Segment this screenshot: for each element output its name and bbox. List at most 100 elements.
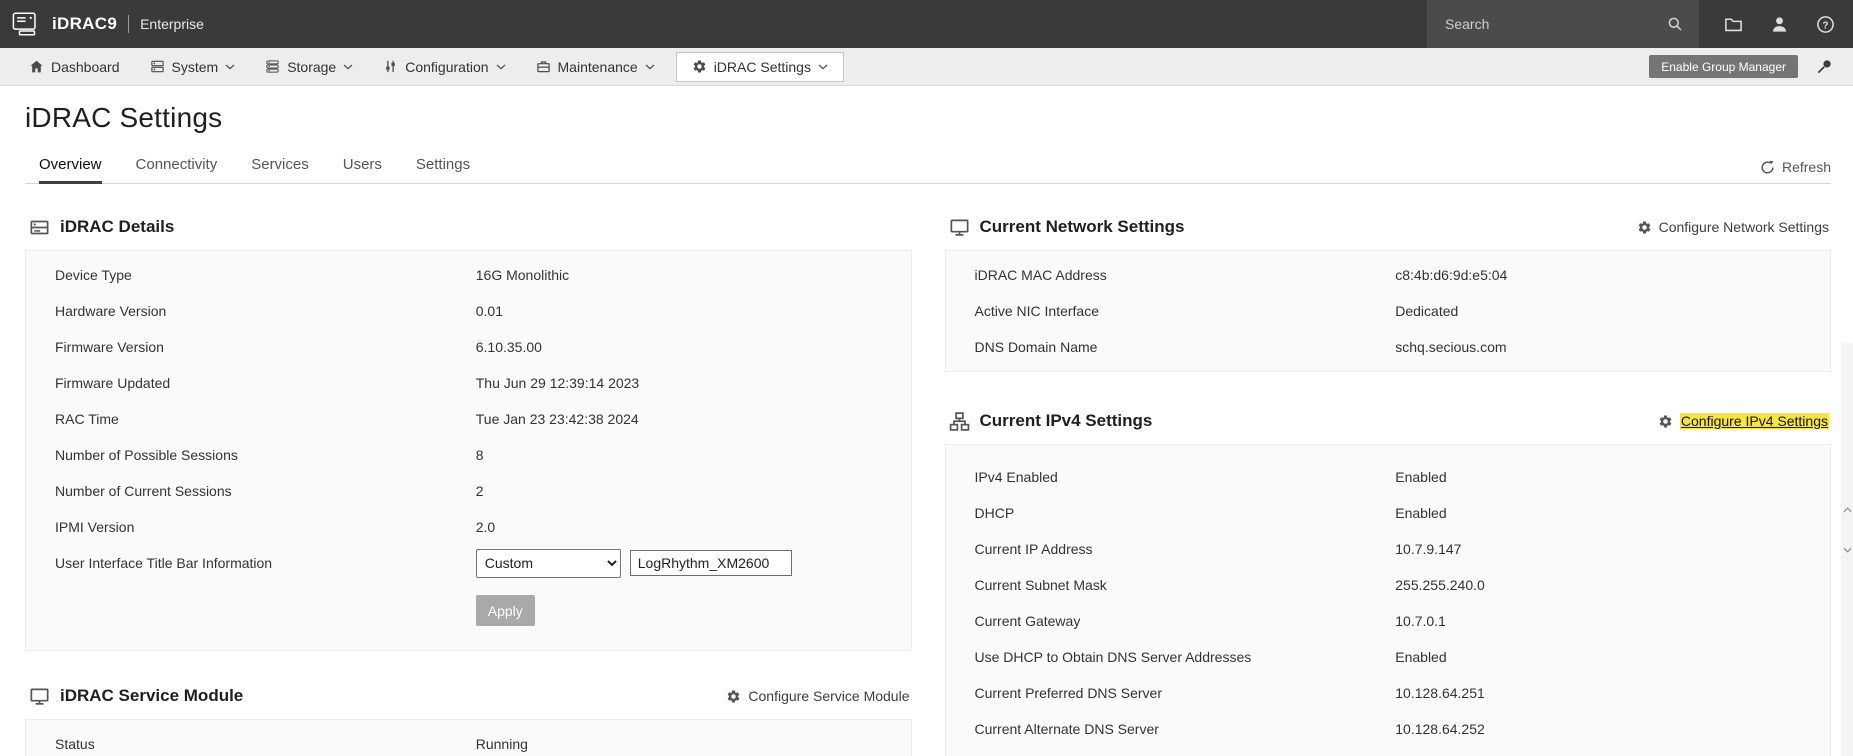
detail-row: Current IP Address 10.7.9.147 [946,531,1831,567]
gear-icon [1659,414,1672,427]
row-value: Enabled [1395,469,1447,485]
card-body: IPv4 Enabled Enabled DHCP Enabled Current … [944,444,1831,756]
idrac-details-card: iDRAC Details Device Type 16G Monolithic … [25,204,912,651]
apply-cell: Apply [475,595,897,626]
left-column: iDRAC Details Device Type 16G Monolithic … [25,204,912,756]
configure-ipv4-settings-link[interactable]: Configure IPv4 Settings [1658,413,1829,429]
content-columns: iDRAC Details Device Type 16G Monolithic … [25,204,1831,756]
nav-storage[interactable]: Storage [250,48,368,85]
row-label: Active NIC Interface [974,303,1100,319]
gear-icon [1638,220,1650,233]
row-value: Enabled [1395,649,1447,665]
row-label: Current Subnet Mask [974,577,1107,593]
nav-system[interactable]: System [135,48,251,85]
title-bar-info-row: User Interface Title Bar Information Cus… [26,545,911,581]
right-column: Current Network Settings Configure Netwo… [944,204,1832,756]
tab-users[interactable]: Users [343,148,382,183]
row-value: c8:4b:d6:9d:e5:04 [1395,267,1508,283]
detail-row: Hardware Version 0.01 [26,293,911,329]
detail-row: Current Preferred DNS Server 10.128.64.25… [946,675,1831,711]
apply-row: Apply [26,581,911,644]
nav-maintenance[interactable]: Maintenance [521,48,670,85]
edition-label: Enterprise [140,16,204,32]
row-label: DHCP [974,505,1015,521]
row-value: 2.0 [475,519,496,535]
title-bar-select[interactable]: Custom [475,548,621,578]
detail-row: Status Running [26,726,911,756]
nav-configuration[interactable]: Configuration [368,48,520,85]
detail-row: Number of Possible Sessions 8 [26,437,911,473]
nav-dashboard[interactable]: Dashboard [14,48,135,85]
row-label: Number of Possible Sessions [55,447,238,463]
detail-row: Active NIC Interface Dedicated [946,293,1831,329]
scrollbar-up-button[interactable] [1841,500,1853,520]
row-label: DNS Domain Name [974,339,1098,355]
server-icon [150,59,165,74]
tab-overview[interactable]: Overview [39,148,102,184]
search-input[interactable] [1443,15,1667,33]
nav-idrac-settings[interactable]: iDRAC Settings [675,51,844,82]
monitor-icon [29,686,50,707]
row-label: Firmware Version [55,339,164,355]
card-header: Current Network Settings Configure Netwo… [945,204,1832,250]
detail-row: Device Type 16G Monolithic [26,257,911,293]
refresh-button[interactable]: Refresh [1760,159,1831,183]
nav-label: Maintenance [557,58,638,75]
chevron-down-icon [343,64,353,70]
row-label: Current Preferred DNS Server [974,685,1163,701]
pin-icon[interactable] [1816,58,1833,75]
folder-icon[interactable] [1721,12,1745,36]
card-title: Current Network Settings [979,217,1185,236]
row-value: 6.10.35.00 [475,339,542,355]
detail-row: IPMI Version 2.0 [26,509,911,545]
row-label: User Interface Title Bar Information [55,555,273,571]
title-bar-input[interactable] [629,550,792,576]
card-body: iDRAC MAC Address c8:4b:d6:9d:e5:04 Activ… [944,250,1831,372]
page-content: iDRAC Settings Overview Connectivity Ser… [0,102,1853,756]
configure-service-module-link[interactable]: Configure Service Module [726,688,910,704]
configure-network-settings-link[interactable]: Configure Network Settings [1637,219,1829,235]
card-body: Device Type 16G Monolithic Hardware Versi… [25,250,912,651]
main-nav: Dashboard System Storage Configuration M… [0,48,1853,86]
topbar-right: ? [1427,0,1853,48]
chevron-down-icon [818,64,828,70]
row-value: Running [475,736,528,752]
row-label: Use DHCP to Obtain DNS Server Addresses [974,649,1252,665]
row-value: Dedicated [1395,303,1459,319]
tab-bar: Overview Connectivity Services Users Set… [25,148,1831,184]
service-module-card: iDRAC Service Module Configure Service M… [25,673,912,756]
tab-connectivity[interactable]: Connectivity [136,148,218,183]
row-label: Status [55,736,95,752]
tab-services[interactable]: Services [251,148,309,183]
scrollbar-down-button[interactable] [1841,540,1853,560]
chevron-down-icon [496,64,506,70]
network-settings-card: Current Network Settings Configure Netwo… [944,204,1832,372]
card-body: Status Running [25,719,912,756]
brand-divider [128,15,130,33]
row-value: 10.7.0.1 [1395,613,1446,629]
card-title: iDRAC Service Module [60,686,244,705]
row-label: Current Gateway [974,613,1081,629]
row-value: 10.128.64.251 [1395,685,1485,701]
user-icon[interactable] [1767,12,1791,36]
tab-settings[interactable]: Settings [416,148,470,183]
detail-row: Current Gateway 10.7.0.1 [946,603,1831,639]
row-label: Number of Current Sessions [55,483,232,499]
enable-group-manager-button[interactable]: Enable Group Manager [1649,55,1798,78]
apply-button[interactable]: Apply [475,595,535,626]
brand-name: iDRAC9 [52,14,118,33]
idrac-app: iDRAC9 Enterprise ? Dashboard [0,0,1853,756]
monitor-icon [949,217,970,238]
gear-icon [692,59,707,74]
scrollbar-track[interactable] [1841,343,1853,756]
row-label: IPv4 Enabled [974,469,1058,485]
search-icon[interactable] [1667,16,1683,32]
help-icon[interactable]: ? [1813,12,1837,36]
row-label: Device Type [55,267,132,283]
refresh-icon [1761,160,1774,173]
detail-row: DHCP Enabled [946,495,1831,531]
card-title: iDRAC Details [60,217,175,236]
page-title: iDRAC Settings [25,102,223,133]
detail-row: Use DHCP to Obtain DNS Server Addresses E… [946,639,1831,675]
nav-label: iDRAC Settings [713,58,811,75]
